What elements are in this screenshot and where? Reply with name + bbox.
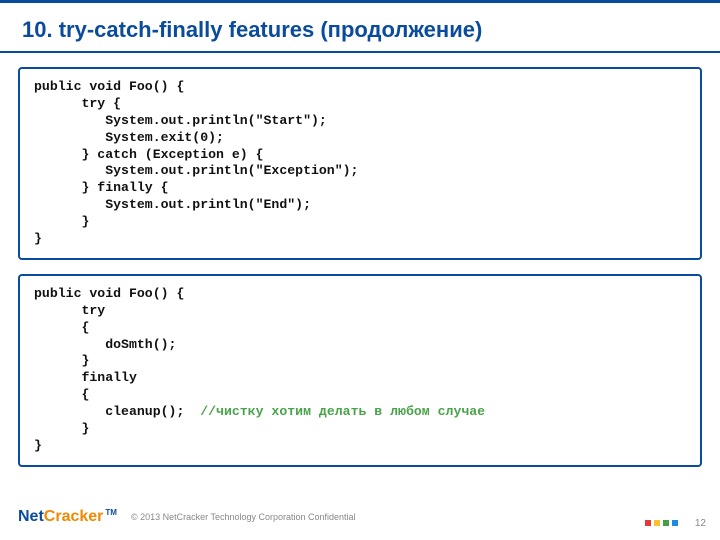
logo: NetCrackerTM	[18, 508, 117, 526]
code-line: try {	[34, 96, 121, 111]
dot-icon	[672, 520, 678, 526]
code-line: }	[34, 438, 42, 453]
logo-text-cracker: Cracker	[44, 508, 104, 526]
code-block-2: public void Foo() { try { doSmth(); } fi…	[18, 274, 702, 467]
logo-tm: TM	[105, 508, 117, 517]
footer: NetCrackerTM © 2013 NetCracker Technolog…	[0, 504, 720, 530]
code-line: }	[34, 214, 89, 229]
code-line: try	[34, 303, 105, 318]
code-line: }	[34, 353, 89, 368]
slide: 10. try-catch-finally features (продолже…	[0, 0, 720, 540]
code-line: public void Foo() {	[34, 79, 184, 94]
code-line: cleanup();	[34, 404, 200, 419]
code-line: }	[34, 231, 42, 246]
code-line: } catch (Exception e) {	[34, 147, 264, 162]
code-content-2: public void Foo() { try { doSmth(); } fi…	[34, 286, 686, 455]
page-number: 12	[695, 518, 706, 529]
dot-icon	[654, 520, 660, 526]
code-line: finally	[34, 370, 137, 385]
decoration-dots	[645, 520, 678, 526]
logo-text-net: Net	[18, 508, 44, 526]
code-line: System.out.println("End");	[34, 197, 311, 212]
dot-icon	[663, 520, 669, 526]
code-line: System.exit(0);	[34, 130, 224, 145]
code-line: {	[34, 387, 89, 402]
code-line: }	[34, 421, 89, 436]
page-title: 10. try-catch-finally features (продолже…	[0, 3, 720, 53]
copyright-text: © 2013 NetCracker Technology Corporation…	[131, 512, 356, 522]
dot-icon	[645, 520, 651, 526]
code-block-1: public void Foo() { try { System.out.pri…	[18, 67, 702, 260]
code-comment: //чистку хотим делать в любом случае	[200, 404, 485, 419]
code-content-1: public void Foo() { try { System.out.pri…	[34, 79, 686, 248]
code-line: System.out.println("Start");	[34, 113, 327, 128]
code-line: public void Foo() {	[34, 286, 184, 301]
code-line: doSmth();	[34, 337, 176, 352]
code-line: System.out.println("Exception");	[34, 163, 358, 178]
code-line: } finally {	[34, 180, 169, 195]
code-line: {	[34, 320, 89, 335]
